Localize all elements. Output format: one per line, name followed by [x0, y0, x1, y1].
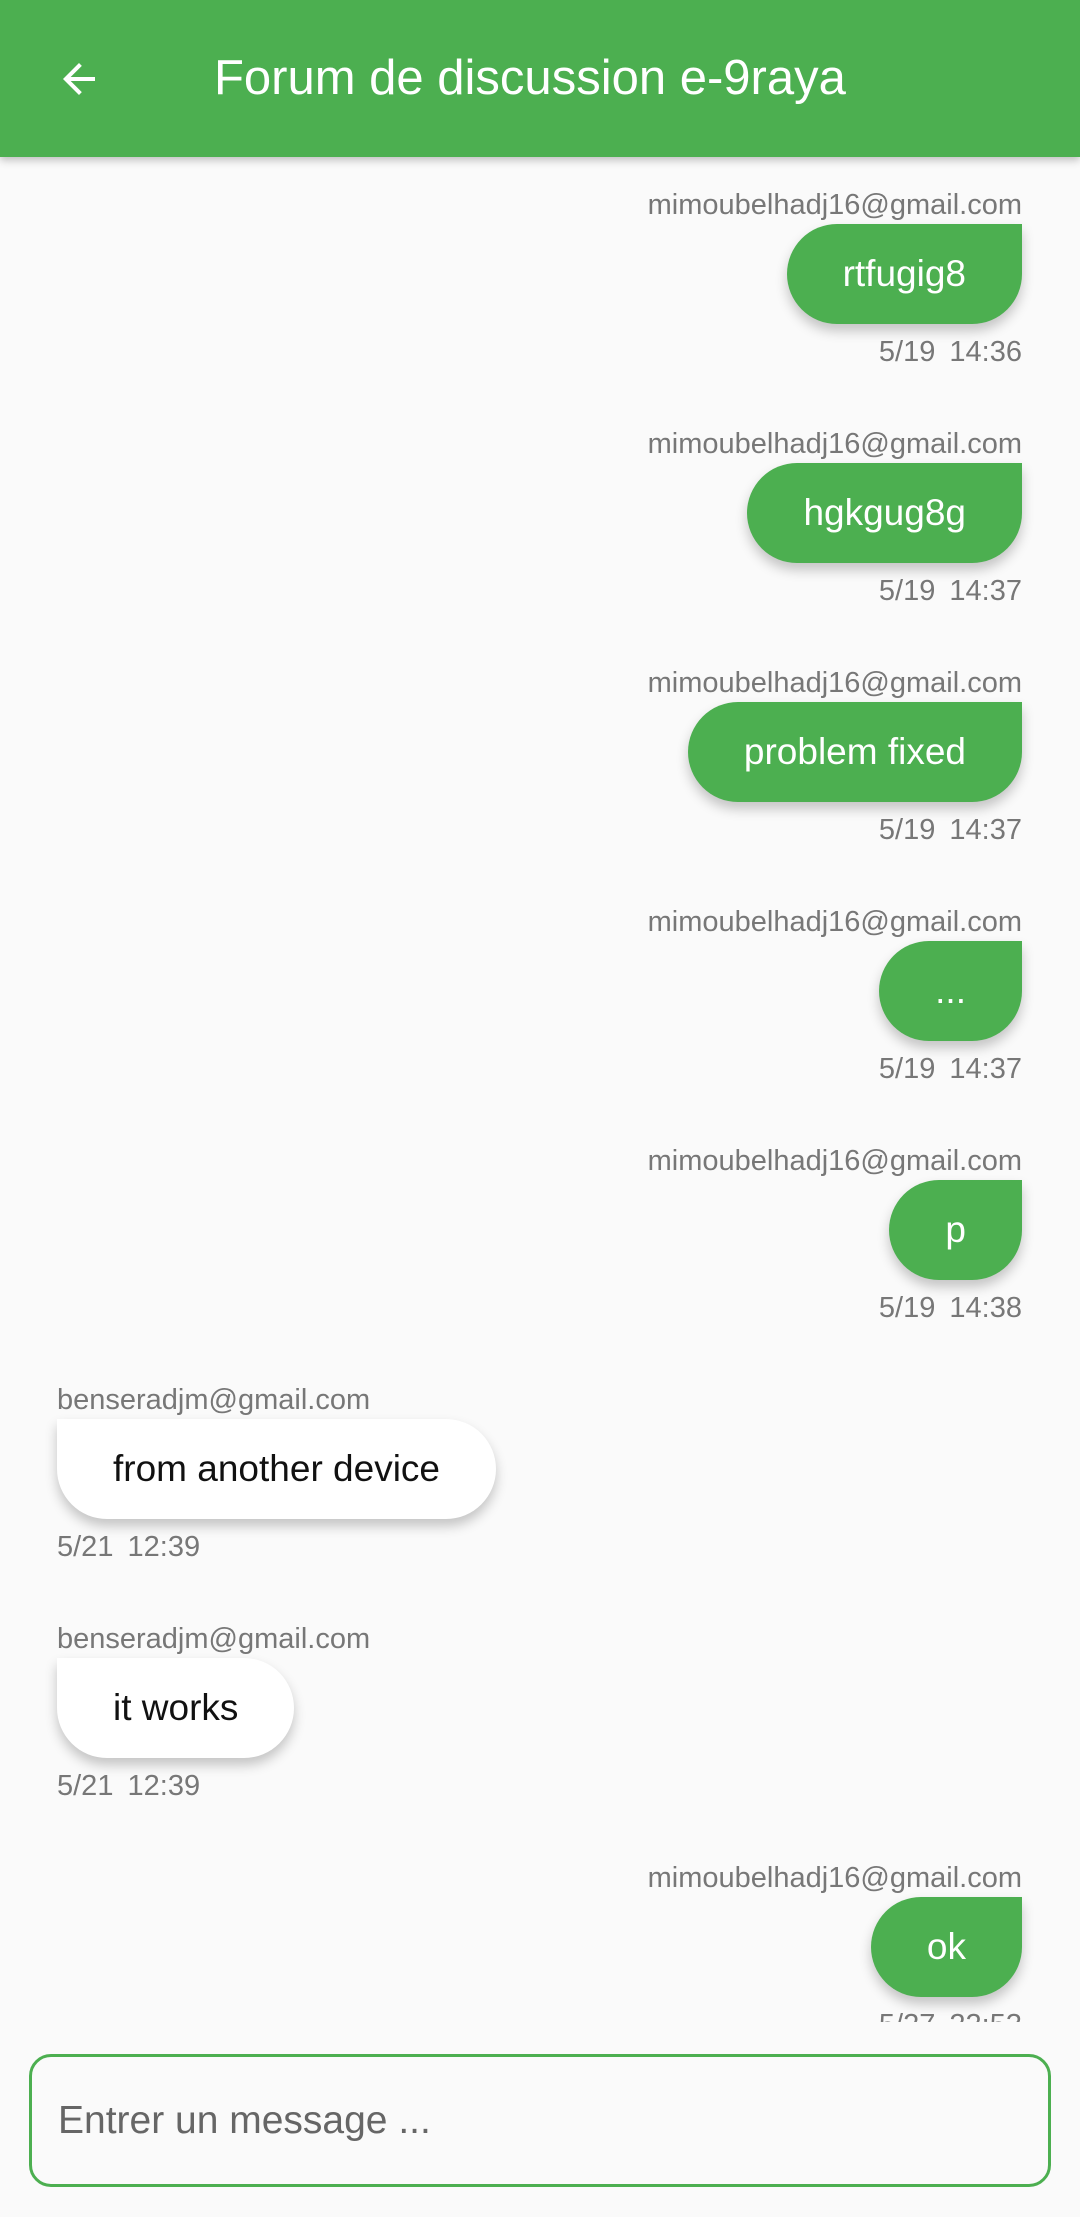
message-composer: [29, 2054, 1051, 2187]
arrow-left-icon: [63, 63, 95, 95]
message-sender: mimoubelhadj16@gmail.com: [647, 1145, 1022, 1177]
message-sender: mimoubelhadj16@gmail.com: [647, 667, 1022, 699]
message-sender: mimoubelhadj16@gmail.com: [647, 428, 1022, 460]
message-timestamp: 5/21 12:39: [57, 1770, 201, 1802]
message-item: mimoubelhadj16@gmail.com ... 5/19 14:37: [0, 874, 1080, 1113]
message-item: mimoubelhadj16@gmail.com rtfugig8 5/19 1…: [0, 157, 1080, 396]
message-bubble[interactable]: it works: [57, 1658, 295, 1758]
message-item: mimoubelhadj16@gmail.com ok 5/27 22:53: [0, 1830, 1080, 2022]
message-item: benseradjm@gmail.com it works 5/21 12:39: [0, 1591, 1080, 1830]
message-bubble[interactable]: ...: [879, 941, 1022, 1041]
message-bubble[interactable]: from another device: [57, 1419, 497, 1519]
message-timestamp: 5/19 14:37: [878, 1053, 1022, 1085]
message-list[interactable]: mimoubelhadj16@gmail.com rtfugig8 5/19 1…: [0, 157, 1080, 2022]
message-bubble[interactable]: hgkgug8g: [747, 463, 1022, 563]
message-bubble[interactable]: p: [889, 1180, 1022, 1280]
message-input[interactable]: [32, 2057, 1048, 2184]
message-item: mimoubelhadj16@gmail.com p 5/19 14:38: [0, 1113, 1080, 1352]
message-item: mimoubelhadj16@gmail.com problem fixed 5…: [0, 635, 1080, 874]
message-timestamp: 5/19 14:37: [878, 814, 1022, 846]
message-bubble[interactable]: rtfugig8: [786, 224, 1022, 324]
app-bar: Forum de discussion e-9raya: [0, 0, 1080, 157]
message-sender: mimoubelhadj16@gmail.com: [647, 189, 1022, 221]
message-timestamp: 5/21 12:39: [57, 1531, 201, 1563]
message-bubble[interactable]: ok: [870, 1897, 1022, 1997]
message-item: mimoubelhadj16@gmail.com hgkgug8g 5/19 1…: [0, 396, 1080, 635]
message-timestamp: 5/19 14:36: [878, 336, 1022, 368]
message-timestamp: 5/19 14:37: [878, 575, 1022, 607]
message-sender: mimoubelhadj16@gmail.com: [647, 1862, 1022, 1894]
message-item: benseradjm@gmail.com from another device…: [0, 1352, 1080, 1591]
message-sender: mimoubelhadj16@gmail.com: [647, 906, 1022, 938]
message-timestamp: 5/19 14:38: [878, 1292, 1022, 1324]
message-sender: benseradjm@gmail.com: [57, 1384, 371, 1416]
message-bubble[interactable]: problem fixed: [687, 702, 1022, 802]
message-timestamp: 5/27 22:53: [879, 2009, 1022, 2022]
back-button[interactable]: [40, 40, 118, 118]
message-sender: benseradjm@gmail.com: [57, 1623, 371, 1655]
page-title: Forum de discussion e-9raya: [214, 51, 846, 105]
